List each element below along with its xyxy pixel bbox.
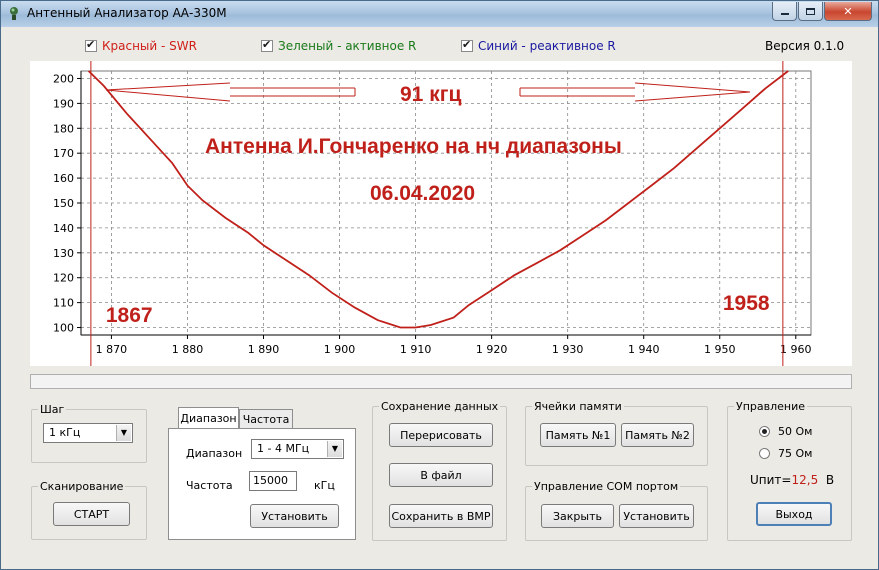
start-scan-button[interactable]: СТАРТ <box>53 502 130 526</box>
maximize-button[interactable] <box>798 2 823 21</box>
legend-swr[interactable]: Красный - SWR <box>85 38 197 53</box>
active-r-label: Зеленый - активное R <box>278 39 417 53</box>
x-tick-label: 1 910 <box>400 343 432 356</box>
supply-voltage-readout: Uпит=12,5 В <box>750 473 834 487</box>
reactive-r-label: Синий - реактивное R <box>478 39 616 53</box>
close-icon: ✕ <box>843 4 853 18</box>
step-legend: Шаг <box>40 403 65 416</box>
chevron-down-icon[interactable]: ▼ <box>116 425 131 441</box>
set-port-button[interactable]: Установить <box>619 504 694 528</box>
chart-date: 06.04.2020 <box>370 182 475 205</box>
com-port-legend: Управление COM портом <box>534 480 679 493</box>
scan-progress-bar <box>30 374 852 389</box>
antenna-app-icon <box>10 7 18 20</box>
y-tick-label: 150 <box>53 197 74 210</box>
scan-legend: Сканирование <box>40 480 124 493</box>
swr-checkbox[interactable] <box>85 38 97 52</box>
chevron-down-icon[interactable]: ▼ <box>327 441 342 457</box>
maximize-icon <box>806 7 815 15</box>
legend-reactive-r[interactable]: Синий - реактивное R <box>461 38 616 53</box>
close-button[interactable]: ✕ <box>824 2 872 21</box>
tab-range[interactable]: Диапазон <box>178 407 239 429</box>
memory-1-button[interactable]: Память №1 <box>540 423 616 447</box>
control-legend: Управление <box>736 400 806 413</box>
x-tick-label: 1 930 <box>552 343 584 356</box>
y-tick-label: 120 <box>53 272 74 285</box>
x-tick-label: 1 940 <box>628 343 660 356</box>
radio-75-ohm-label: 75 Ом <box>778 447 813 460</box>
frequency-input[interactable]: 15000 <box>249 471 297 491</box>
chart-title: Антенна И.Гончаренко на нч диапазоны <box>205 135 622 158</box>
set-frequency-button[interactable]: Установить <box>250 504 339 528</box>
y-tick-label: 170 <box>53 147 74 160</box>
step-value: 1 кГц <box>49 426 81 439</box>
reactive-r-checkbox[interactable] <box>461 38 473 52</box>
y-tick-label: 110 <box>53 297 74 310</box>
chart-annotations: 91 кгц Антенна И.Гончаренко на нч диапаз… <box>105 82 751 205</box>
supply-label: Uпит= <box>750 473 792 487</box>
legend-active-r[interactable]: Зеленый - активное R <box>261 38 417 53</box>
memory-cells-legend: Ячейки памяти <box>534 400 622 413</box>
radio-50-ohm-label: 50 Ом <box>778 425 813 438</box>
save-data-legend: Сохранение данных <box>381 400 499 413</box>
app-window: Антенный Анализатор АА-330М ✕ Красный - … <box>0 0 879 570</box>
y-tick-label: 180 <box>53 122 74 135</box>
title-bar[interactable]: Антенный Анализатор АА-330М ✕ <box>1 1 878 27</box>
x-tick-label: 1 950 <box>704 343 736 356</box>
minimize-icon <box>780 13 789 15</box>
range-value: 1 - 4 МГц <box>257 442 310 455</box>
tab-frequency[interactable]: Частота <box>239 409 293 429</box>
save-to-file-button[interactable]: В файл <box>389 463 493 487</box>
x-tick-label: 1 890 <box>248 343 280 356</box>
x-tick-label: 1 870 <box>96 343 128 356</box>
y-tick-label: 100 <box>53 322 74 335</box>
swr-chart: 100 110 120 130 140 150 160 170 180 190 200 1 870 1 … <box>53 61 812 366</box>
frequency-unit: кГц <box>314 479 335 492</box>
supply-value: 12,5 <box>791 473 819 487</box>
radio-50-ohm[interactable] <box>759 426 770 437</box>
y-tick-label: 200 <box>53 72 74 85</box>
close-port-button[interactable]: Закрыть <box>541 504 614 528</box>
frequency-marker-label: 1958 <box>723 292 770 315</box>
chart-markers: 1867 1958 <box>90 61 784 366</box>
minimize-button[interactable] <box>772 2 797 21</box>
radio-75-ohm[interactable] <box>759 448 770 459</box>
x-tick-label: 1 920 <box>476 343 508 356</box>
exit-button[interactable]: Выход <box>756 502 832 526</box>
step-select[interactable]: 1 кГц ▼ <box>43 423 133 443</box>
bandwidth-arrow-left-head <box>105 82 231 102</box>
chart-axes: 100 110 120 130 140 150 160 170 180 190 200 1 870 1 … <box>53 71 812 356</box>
active-r-checkbox[interactable] <box>261 38 273 52</box>
frequency-label: Частота <box>186 479 233 492</box>
y-tick-label: 130 <box>53 247 74 260</box>
y-tick-label: 140 <box>53 222 74 235</box>
redraw-button[interactable]: Перерисовать <box>389 423 493 447</box>
x-tick-label: 1 960 <box>780 343 812 356</box>
y-tick-label: 190 <box>53 97 74 110</box>
x-tick-label: 1 880 <box>172 343 204 356</box>
frequency-marker-label: 1867 <box>106 304 153 327</box>
bandwidth-arrow-right-head <box>634 82 751 102</box>
memory-2-button[interactable]: Память №2 <box>621 423 694 447</box>
bandwidth-label: 91 кгц <box>400 83 461 106</box>
plot-area: 100 110 120 130 140 150 160 170 180 190 200 1 870 1 … <box>30 61 852 366</box>
x-tick-label: 1 900 <box>324 343 356 356</box>
supply-unit: В <box>825 473 835 487</box>
version-label: Версия 0.1.0 <box>765 39 845 53</box>
window-title: Антенный Анализатор АА-330М <box>27 6 227 20</box>
y-tick-label: 160 <box>53 172 74 185</box>
save-bmp-button[interactable]: Сохранить в BMP <box>389 504 493 528</box>
range-label: Диапазон <box>186 447 243 460</box>
range-select[interactable]: 1 - 4 МГц ▼ <box>251 439 344 459</box>
swr-label: Красный - SWR <box>102 39 197 53</box>
